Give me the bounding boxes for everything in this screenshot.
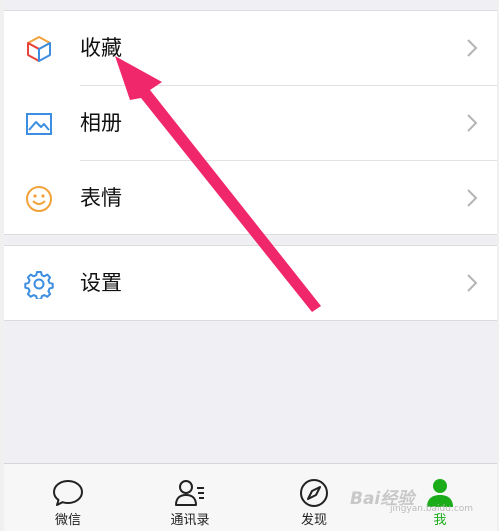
menu-group-settings: 设置 — [4, 245, 497, 321]
cube-icon — [27, 36, 51, 62]
tab-label: 微信 — [54, 513, 81, 528]
menu-item-label: 收藏 — [80, 36, 122, 60]
menu-item-settings[interactable]: 设置 — [4, 246, 497, 320]
menu-item-stickers[interactable]: 表情 — [4, 161, 497, 235]
me-page: 收藏 相册 表情 设置 微信 通讯录 发现 我 — [4, 0, 497, 531]
menu-item-album[interactable]: 相册 — [4, 86, 497, 160]
compass-icon — [300, 479, 328, 507]
menu-item-label: 设置 — [80, 271, 122, 295]
watermark-logo: Bai经验 jingyan.baidu.com — [350, 484, 473, 514]
chevron-right-icon — [467, 39, 478, 57]
tab-label: 发现 — [300, 513, 327, 528]
menu-item-label: 相册 — [80, 111, 122, 135]
tab-contacts[interactable]: 通讯录 — [130, 464, 250, 531]
picture-icon — [26, 113, 52, 135]
tab-label: 通讯录 — [170, 513, 210, 528]
chevron-right-icon — [467, 274, 478, 292]
smiley-icon — [26, 186, 52, 212]
tab-label: 我 — [433, 513, 447, 528]
chevron-right-icon — [467, 189, 478, 207]
contacts-icon — [175, 480, 204, 506]
menu-group-main: 收藏 相册 表情 — [4, 10, 497, 235]
tab-chats[interactable]: 微信 — [8, 464, 128, 531]
chat-bubble-icon — [53, 480, 83, 506]
bottom-tab-bar: 微信 通讯录 发现 我 — [4, 463, 497, 531]
menu-item-favorites[interactable]: 收藏 — [4, 11, 497, 85]
menu-item-label: 表情 — [80, 186, 122, 210]
chevron-right-icon — [467, 114, 478, 132]
watermark-subtext: jingyan.baidu.com — [390, 504, 474, 514]
gear-icon — [24, 271, 54, 299]
